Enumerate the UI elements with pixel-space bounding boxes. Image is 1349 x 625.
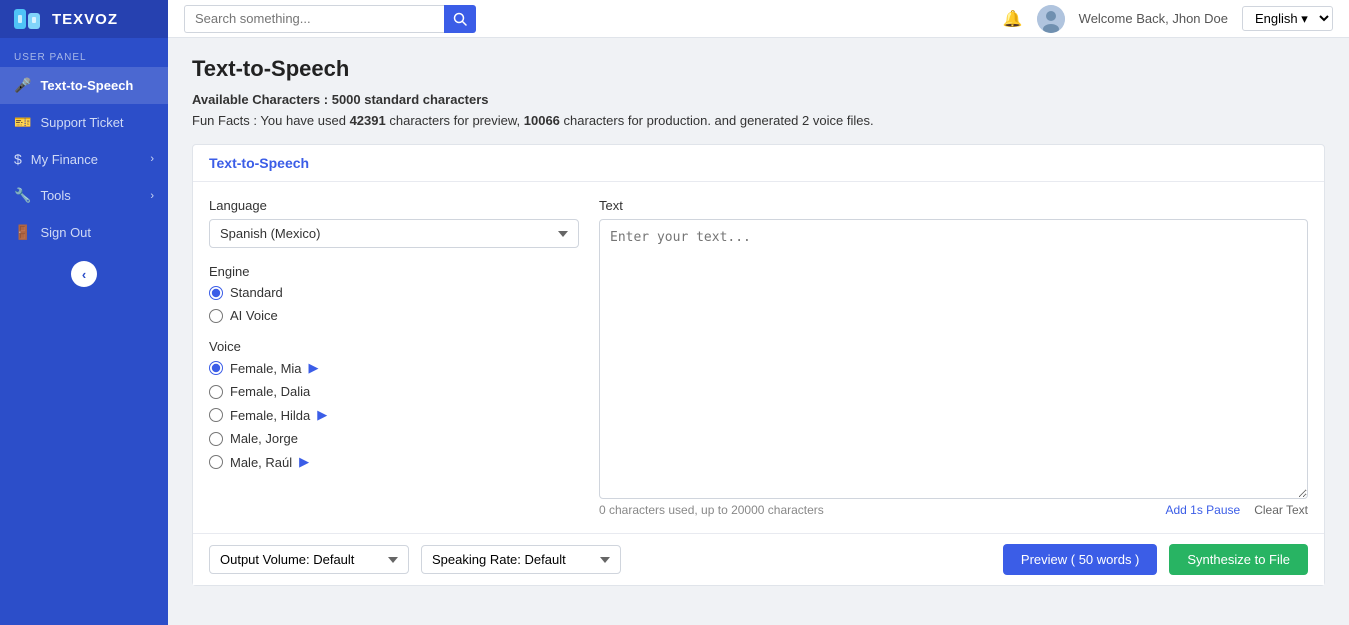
avatar — [1037, 5, 1065, 33]
available-chars-value: 5000 standard characters — [332, 92, 489, 107]
main-content: 🔔 Welcome Back, Jhon Doe English ▾ Spani… — [168, 0, 1349, 625]
play-raul-icon[interactable]: ▶ — [299, 454, 309, 470]
topbar: 🔔 Welcome Back, Jhon Doe English ▾ Spani… — [168, 0, 1349, 38]
voice-male-raul-radio[interactable] — [209, 455, 223, 469]
fun-facts-prod-label: characters for production. and generated — [564, 113, 802, 128]
fun-facts-preview-count: 42391 — [350, 113, 386, 128]
search-input[interactable] — [184, 5, 444, 33]
search-button[interactable] — [444, 5, 476, 33]
fun-facts-prod-count: 10066 — [524, 113, 560, 128]
engine-standard-radio[interactable] — [209, 286, 223, 300]
available-chars-label: Available Characters : — [192, 92, 328, 107]
text-label: Text — [599, 198, 1308, 213]
play-mia-icon[interactable]: ▶ — [309, 360, 319, 376]
tts-card: Text-to-Speech Language Spanish (Mexico)… — [192, 144, 1325, 586]
finance-icon: $ — [14, 151, 22, 167]
topbar-right: 🔔 Welcome Back, Jhon Doe English ▾ Spani… — [1003, 5, 1333, 33]
logo-text: TEXVOZ — [52, 11, 118, 28]
voice-female-mia-radio[interactable] — [209, 361, 223, 375]
support-icon: 🎫 — [14, 114, 31, 131]
fun-facts-preview-label: characters for preview, — [389, 113, 523, 128]
search-wrapper — [184, 5, 524, 33]
output-volume-select[interactable]: Output Volume: Default Output Volume: Lo… — [209, 545, 409, 574]
engine-ai-option[interactable]: AI Voice — [209, 308, 579, 323]
speaking-rate-select[interactable]: Speaking Rate: Default Speaking Rate: Sl… — [421, 545, 621, 574]
signout-icon: 🚪 — [14, 224, 31, 241]
tts-bottom-bar: Output Volume: Default Output Volume: Lo… — [193, 533, 1324, 585]
clear-text-button[interactable]: Clear Text — [1254, 503, 1308, 517]
sidebar-item-support-label: Support Ticket — [40, 115, 123, 130]
voice-female-dalia-label: Female, Dalia — [230, 384, 310, 399]
fun-facts-label: Fun Facts : — [192, 113, 257, 128]
sidebar-logo: TEXVOZ — [0, 0, 168, 38]
voice-female-mia[interactable]: Female, Mia ▶ — [209, 360, 579, 376]
tts-card-body: Language Spanish (Mexico) English (US) E… — [193, 182, 1324, 533]
tts-card-title: Text-to-Speech — [209, 155, 309, 171]
language-label: Language — [209, 198, 579, 213]
sidebar-item-finance[interactable]: $ My Finance › — [0, 141, 168, 177]
sidebar-item-tools-label: Tools — [40, 188, 70, 203]
engine-standard-label: Standard — [230, 285, 283, 300]
voice-female-hilda[interactable]: Female, Hilda ▶ — [209, 407, 579, 423]
sidebar: TEXVOZ USER PANEL 🎤 Text-to-Speech 🎫 Sup… — [0, 0, 168, 625]
sidebar-item-signout-label: Sign Out — [40, 225, 91, 240]
welcome-text: Welcome Back, Jhon Doe — [1079, 11, 1228, 26]
play-hilda-icon[interactable]: ▶ — [317, 407, 327, 423]
voice-female-dalia-radio[interactable] — [209, 385, 223, 399]
voice-male-raul[interactable]: Male, Raúl ▶ — [209, 454, 579, 470]
logo-icon — [12, 5, 44, 33]
page-content: Text-to-Speech Available Characters : 50… — [168, 38, 1349, 625]
tts-icon: 🎤 — [14, 77, 31, 94]
finance-arrow-icon: › — [150, 153, 154, 165]
tts-right-panel: Text 0 characters used, up to 20000 char… — [599, 198, 1308, 517]
voice-male-raul-label: Male, Raúl — [230, 455, 292, 470]
synthesize-button[interactable]: Synthesize to File — [1169, 544, 1308, 575]
tts-card-header: Text-to-Speech — [193, 145, 1324, 182]
language-dropdown[interactable]: Spanish (Mexico) English (US) English (U… — [209, 219, 579, 248]
voice-female-dalia[interactable]: Female, Dalia — [209, 384, 579, 399]
engine-label: Engine — [209, 264, 579, 279]
engine-ai-label: AI Voice — [230, 308, 278, 323]
fun-facts-voice-count: 2 — [802, 113, 809, 128]
add-pause-button[interactable]: Add 1s Pause — [1165, 503, 1240, 517]
engine-section: Engine Standard AI Voice — [209, 264, 579, 323]
tts-left-panel: Language Spanish (Mexico) English (US) E… — [209, 198, 579, 517]
notification-icon[interactable]: 🔔 — [1003, 9, 1023, 29]
sidebar-section-label: USER PANEL — [0, 38, 168, 67]
language-selector[interactable]: English ▾ Spanish French — [1242, 6, 1333, 31]
voice-section: Voice Female, Mia ▶ Female, Dalia — [209, 339, 579, 470]
sidebar-item-tts[interactable]: 🎤 Text-to-Speech — [0, 67, 168, 104]
voice-male-jorge[interactable]: Male, Jorge — [209, 431, 579, 446]
sidebar-collapse-button[interactable]: ‹ — [71, 261, 97, 287]
voice-male-jorge-radio[interactable] — [209, 432, 223, 446]
text-textarea[interactable] — [599, 219, 1308, 499]
tools-arrow-icon: › — [150, 190, 154, 202]
available-chars: Available Characters : 5000 standard cha… — [192, 92, 1325, 107]
preview-button[interactable]: Preview ( 50 words ) — [1003, 544, 1157, 575]
engine-ai-radio[interactable] — [209, 309, 223, 323]
voice-female-mia-label: Female, Mia — [230, 361, 302, 376]
char-count: 0 characters used, up to 20000 character… — [599, 503, 824, 517]
sidebar-item-tts-label: Text-to-Speech — [40, 78, 133, 93]
voice-label: Voice — [209, 339, 579, 354]
fun-facts: Fun Facts : You have used 42391 characte… — [192, 113, 1325, 128]
fun-facts-text: You have used — [260, 113, 349, 128]
sidebar-item-tools[interactable]: 🔧 Tools › — [0, 177, 168, 214]
voice-male-jorge-label: Male, Jorge — [230, 431, 298, 446]
engine-standard-option[interactable]: Standard — [209, 285, 579, 300]
char-count-row: 0 characters used, up to 20000 character… — [599, 503, 1308, 517]
tools-icon: 🔧 — [14, 187, 31, 204]
voice-female-hilda-radio[interactable] — [209, 408, 223, 422]
sidebar-item-support[interactable]: 🎫 Support Ticket — [0, 104, 168, 141]
fun-facts-voice-label: voice files. — [813, 113, 874, 128]
voice-female-hilda-label: Female, Hilda — [230, 408, 310, 423]
search-icon — [453, 12, 467, 26]
page-title: Text-to-Speech — [192, 56, 1325, 82]
text-actions: Add 1s Pause Clear Text — [1165, 503, 1308, 517]
sidebar-item-signout[interactable]: 🚪 Sign Out — [0, 214, 168, 251]
sidebar-item-finance-label: My Finance — [31, 152, 98, 167]
engine-radio-group: Standard AI Voice — [209, 285, 579, 323]
